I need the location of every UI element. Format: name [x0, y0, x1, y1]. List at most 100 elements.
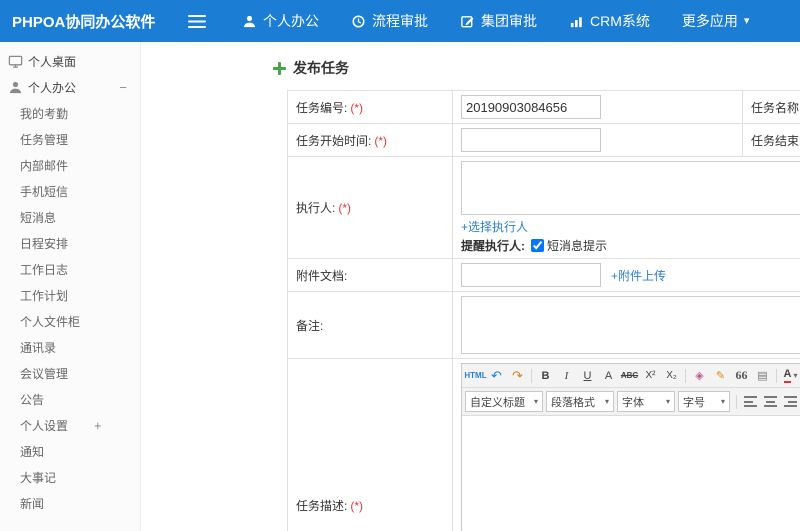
crm-chart-icon: [569, 14, 584, 29]
executor-textarea[interactable]: [461, 161, 800, 215]
format-painter-button[interactable]: ✎: [711, 366, 730, 385]
select-value: 自定义标题: [470, 396, 525, 409]
font-size-select[interactable]: 字号 ▾: [678, 391, 730, 412]
font-button[interactable]: A: [599, 366, 618, 385]
expand-icon[interactable]: +: [94, 418, 102, 433]
attachment-label-cell: 附件文档:: [287, 258, 453, 292]
executor-label: 执行人:: [296, 201, 336, 215]
align-left-button[interactable]: [740, 392, 760, 411]
sidebar-item-personal-office[interactable]: 个人办公 −: [0, 74, 140, 100]
superscript-button[interactable]: X²: [641, 366, 660, 385]
end-time-label-cell: 任务结束时间:(*): [742, 123, 800, 157]
nav-group-approval[interactable]: 集团审批: [444, 0, 553, 42]
sidebar-item-notification[interactable]: 通知: [0, 438, 140, 464]
caret-down-icon: ▾: [604, 397, 609, 406]
sidebar-item-label: 我的考勤: [20, 106, 69, 121]
sidebar-item-work-plan[interactable]: 工作计划: [0, 282, 140, 308]
redo-button[interactable]: ↷: [508, 366, 527, 385]
top-header: PHPOA协同办公软件 个人办公 流程审批 集团审批 CRM系统 更多应用 ▾: [0, 0, 800, 42]
page-title-text: 发布任务: [293, 60, 349, 76]
strikethrough-button[interactable]: ABC: [620, 366, 639, 385]
task-name-label-cell: 任务名称:(*): [742, 90, 800, 124]
nav-process-approval[interactable]: 流程审批: [335, 0, 444, 42]
blockquote-button[interactable]: 66: [732, 366, 751, 385]
sidebar-item-mobile-sms[interactable]: 手机短信: [0, 178, 140, 204]
nav-crm-system[interactable]: CRM系统: [553, 0, 666, 42]
editor-content[interactable]: [462, 416, 800, 531]
user-icon: [242, 14, 257, 29]
align-center-icon: [763, 396, 777, 407]
table-button[interactable]: ▤: [753, 366, 772, 385]
attachment-label: 附件文档:: [296, 268, 348, 283]
sidebar-item-schedule[interactable]: 日程安排: [0, 230, 140, 256]
menu-toggle-icon[interactable]: [188, 14, 206, 28]
sidebar-item-label: 个人桌面: [28, 54, 77, 69]
top-nav: 个人办公 流程审批 集团审批 CRM系统 更多应用 ▾: [226, 0, 765, 42]
sidebar-item-personal-file-cabinet[interactable]: 个人文件柜: [0, 308, 140, 334]
sms-remind-checkbox[interactable]: [531, 239, 544, 252]
description-label-cell: 任务描述: (*): [287, 358, 453, 531]
sidebar-item-label: 个人设置: [20, 418, 69, 433]
sidebar-item-label: 工作计划: [20, 288, 69, 303]
group-approval-icon: [460, 14, 475, 29]
sidebar-item-personal-settings[interactable]: 个人设置 +: [0, 412, 140, 438]
sidebar-item-personal-desktop[interactable]: 个人桌面: [0, 48, 140, 74]
sidebar-item-label: 个人办公: [28, 80, 77, 95]
app-window: PHPOA协同办公软件 个人办公 流程审批 集团审批 CRM系统 更多应用 ▾ …: [0, 0, 800, 531]
remove-format-button[interactable]: ◈: [690, 366, 709, 385]
attachment-input[interactable]: [461, 263, 601, 287]
align-right-button[interactable]: [780, 392, 800, 411]
sidebar-item-label: 通知: [20, 444, 45, 459]
page-title: 发布任务: [273, 58, 800, 78]
page-body: 个人桌面 个人办公 − 我的考勤 任务管理 内部邮件 手机短信 短消息 日程安排…: [0, 42, 800, 531]
sidebar-item-milestones[interactable]: 大事记: [0, 464, 140, 490]
sidebar-item-news[interactable]: 新闻: [0, 490, 140, 516]
start-time-label-cell: 任务开始时间: (*): [287, 123, 453, 157]
sidebar-item-label: 手机短信: [20, 184, 69, 199]
remark-textarea[interactable]: [461, 296, 800, 354]
sidebar-item-short-message[interactable]: 短消息: [0, 204, 140, 230]
sidebar-item-internal-mail[interactable]: 内部邮件: [0, 152, 140, 178]
app-logo[interactable]: PHPOA协同办公软件: [0, 11, 178, 32]
font-color-glyph: A: [783, 368, 792, 383]
sidebar-item-label: 工作日志: [20, 262, 69, 277]
executor-cell: +选择执行人 提醒执行人: 短消息提示: [452, 156, 800, 259]
editor-toolbar-row1: HTML ↶ ↷ B I U A ABC X² X₂ ◈ ✎ 66 ▤ A ▾: [462, 364, 800, 388]
subscript-button[interactable]: X₂: [662, 366, 681, 385]
font-family-select[interactable]: 字体 ▾: [617, 391, 675, 412]
collapse-icon[interactable]: −: [119, 80, 127, 95]
description-cell: HTML ↶ ↷ B I U A ABC X² X₂ ◈ ✎ 66 ▤ A ▾ …: [452, 358, 800, 531]
bold-button[interactable]: B: [536, 366, 555, 385]
custom-heading-select[interactable]: 自定义标题 ▾: [465, 391, 543, 412]
sidebar-item-task-management[interactable]: 任务管理: [0, 126, 140, 152]
sidebar-item-label: 公告: [20, 392, 45, 407]
required-mark: (*): [350, 498, 364, 513]
sidebar: 个人桌面 个人办公 − 我的考勤 任务管理 内部邮件 手机短信 短消息 日程安排…: [0, 42, 141, 531]
remark-cell: [452, 291, 800, 359]
font-color-button[interactable]: A ▾: [781, 366, 800, 385]
start-time-input[interactable]: [461, 128, 601, 152]
nav-personal-office[interactable]: 个人办公: [226, 0, 335, 42]
sidebar-item-meeting-management[interactable]: 会议管理: [0, 360, 140, 386]
align-center-button[interactable]: [760, 392, 780, 411]
sidebar-item-work-log[interactable]: 工作日志: [0, 256, 140, 282]
select-executor-link[interactable]: +选择执行人: [461, 218, 528, 235]
html-source-button[interactable]: HTML: [464, 366, 486, 385]
attachment-upload-link[interactable]: +附件上传: [611, 267, 666, 284]
sidebar-item-announcement[interactable]: 公告: [0, 386, 140, 412]
paragraph-format-select[interactable]: 段落格式 ▾: [546, 391, 614, 412]
remark-label-cell: 备注:: [287, 291, 453, 359]
italic-button[interactable]: I: [557, 366, 576, 385]
nav-label: CRM系统: [590, 13, 650, 29]
task-number-input[interactable]: [461, 95, 601, 119]
undo-button[interactable]: ↶: [487, 366, 506, 385]
toolbar-separator: [685, 368, 686, 383]
toolbar-separator: [736, 394, 737, 409]
select-value: 段落格式: [551, 396, 595, 409]
sidebar-item-address-book[interactable]: 通讯录: [0, 334, 140, 360]
nav-more-apps[interactable]: 更多应用 ▾: [666, 0, 766, 42]
underline-button[interactable]: U: [578, 366, 597, 385]
sidebar-item-my-attendance[interactable]: 我的考勤: [0, 100, 140, 126]
process-approval-icon: [351, 14, 366, 29]
sidebar-item-label: 大事记: [20, 470, 57, 485]
